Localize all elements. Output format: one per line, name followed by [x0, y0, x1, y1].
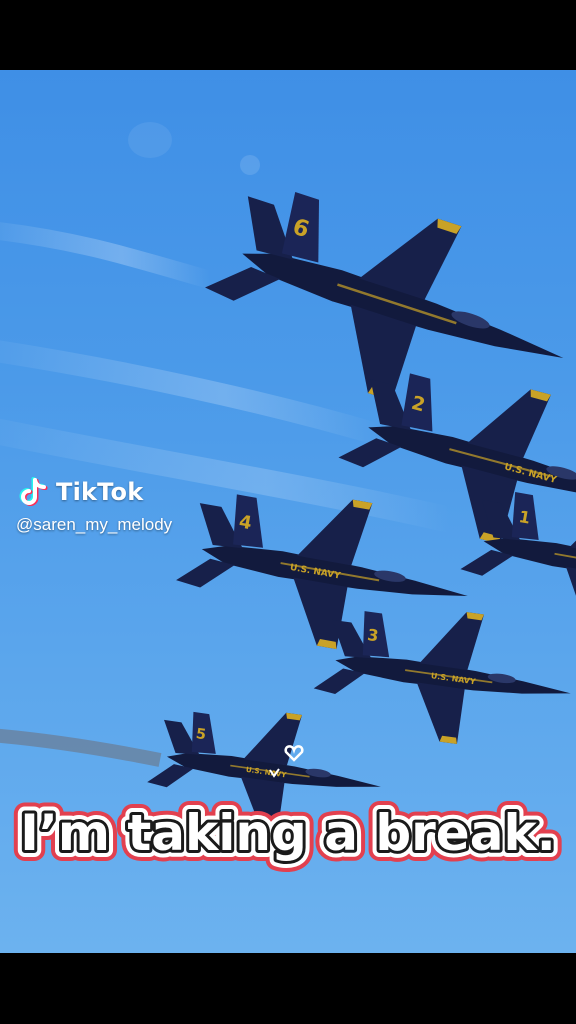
contrail [0, 728, 162, 767]
tiktok-watermark: TikTok @saren_my_melody [16, 475, 172, 535]
caption-svg: I’m taking a break. I’m taking a break. … [9, 793, 566, 873]
tiktok-brand: TikTok [16, 475, 172, 509]
jet-3: 3 U.S. NAVY [307, 591, 576, 760]
contrail [0, 222, 213, 289]
video-frame[interactable]: 6 2 U.S. NAVY 1 4 U.S. NAVY 3 U.S. NAVY [0, 0, 576, 1024]
caption-sticker: I’m taking a break. I’m taking a break. … [0, 772, 576, 892]
letterbox-bottom [0, 953, 576, 1024]
letterbox-top [0, 0, 576, 70]
contrail [0, 340, 384, 446]
tiktok-note-icon [19, 477, 48, 506]
creator-handle: @saren_my_melody [16, 515, 173, 534]
caption-text: I’m taking a break. [20, 804, 555, 862]
tiktok-wordmark: TikTok [56, 478, 144, 506]
video-content: 6 2 U.S. NAVY 1 4 U.S. NAVY 3 U.S. NAVY [0, 70, 576, 953]
